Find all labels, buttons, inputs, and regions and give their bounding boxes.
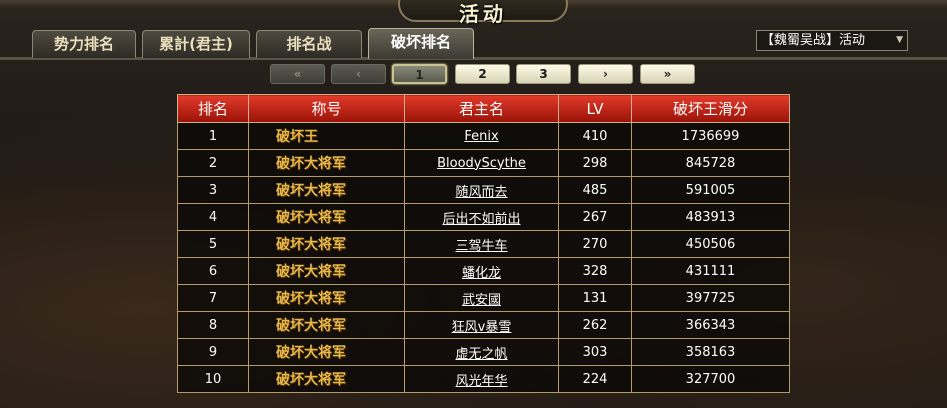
rank-cell: 10 [177,365,249,393]
lord-name-link[interactable]: Fenix [464,129,498,144]
rank-cell: 2 [177,149,249,177]
lord-name-link[interactable]: 狂风v暴雪 [452,320,512,335]
last-page-button[interactable]: » [640,64,695,84]
destruction-ranking-table: 排名 称号 君主名 LV 破坏王滑分 1 破坏王 Fenix 410 1736699 2 破… [177,94,790,393]
table-row: 8 破坏大将军 狂风v暴雪 262 366343 [177,311,790,339]
next-page-button[interactable]: › [578,64,633,84]
rank-cell: 3 [177,176,249,204]
level-cell: 224 [558,365,632,393]
table-row: 7 破坏大将军 武安國 131 397725 [177,284,790,312]
lord-name-cell: 虚无之帆 [404,338,559,366]
header-lord-name: 君主名 [404,94,559,123]
chevron-down-icon: ▼ [896,35,903,45]
table-body: 1 破坏王 Fenix 410 1736699 2 破坏大将军 BloodyScythe 298… [177,122,790,393]
score-cell: 591005 [631,176,790,204]
lord-name-link[interactable]: 风光年华 [455,374,507,389]
lord-name-cell: Fenix [404,122,559,150]
event-select[interactable]: 【魏蜀吴战】活动 ▼ [756,30,908,51]
lord-name-link[interactable]: 武安國 [462,293,501,308]
level-cell: 303 [558,338,632,366]
score-cell: 483913 [631,203,790,231]
lord-name-cell: 狂风v暴雪 [404,311,559,339]
level-cell: 270 [558,230,632,258]
rank-cell: 6 [177,257,249,285]
rank-cell: 7 [177,284,249,312]
lord-name-link[interactable]: 后出不如前出 [442,212,520,227]
page-1-button[interactable]: 1 [392,64,447,84]
score-cell: 327700 [631,365,790,393]
page-3-button[interactable]: 3 [516,64,571,84]
lord-name-link[interactable]: 随风而去 [455,185,507,200]
table-row: 3 破坏大将军 随风而去 485 591005 [177,176,790,204]
lord-name-link[interactable]: 虚无之帆 [455,347,507,362]
table-row: 4 破坏大将军 后出不如前出 267 483913 [177,203,790,231]
lord-name-cell: 风光年华 [404,365,559,393]
level-cell: 328 [558,257,632,285]
level-cell: 410 [558,122,632,150]
score-cell: 358163 [631,338,790,366]
lord-name-link[interactable]: 三驾牛车 [455,239,507,254]
table-row: 9 破坏大将军 虚无之帆 303 358163 [177,338,790,366]
title-cell: 破坏大将军 [248,365,405,393]
score-cell: 450506 [631,230,790,258]
lord-name-cell: 武安國 [404,284,559,312]
title-cell: 破坏大将军 [248,203,405,231]
lord-name-cell: 随风而去 [404,176,559,204]
score-cell: 431111 [631,257,790,285]
header-rank: 排名 [177,94,249,123]
title-cell: 破坏大将军 [248,149,405,177]
first-page-button[interactable]: « [270,64,325,84]
score-cell: 397725 [631,284,790,312]
event-select-value: 【魏蜀吴战】活动 [761,33,866,48]
rank-cell: 5 [177,230,249,258]
table-row: 5 破坏大将军 三驾牛车 270 450506 [177,230,790,258]
table-row: 10 破坏大将军 风光年华 224 327700 [177,365,790,393]
tab-cumulative-lord[interactable]: 累計(君主) [142,30,250,58]
table-row: 1 破坏王 Fenix 410 1736699 [177,122,790,150]
title-cell: 破坏大将军 [248,311,405,339]
prev-page-button[interactable]: ‹ [331,64,386,84]
rank-cell: 9 [177,338,249,366]
lord-name-link[interactable]: BloodyScythe [437,156,526,171]
table-row: 2 破坏大将军 BloodyScythe 298 845728 [177,149,790,177]
table-header-row: 排名 称号 君主名 LV 破坏王滑分 [177,94,790,123]
table-row: 6 破坏大将军 蟠化龙 328 431111 [177,257,790,285]
lord-name-cell: 蟠化龙 [404,257,559,285]
rank-cell: 1 [177,122,249,150]
header-title: 称号 [248,94,405,123]
level-cell: 131 [558,284,632,312]
header-level: LV [558,94,632,123]
score-cell: 845728 [631,149,790,177]
title-cell: 破坏大将军 [248,230,405,258]
score-cell: 366343 [631,311,790,339]
title-cell: 破坏大将军 [248,257,405,285]
score-cell: 1736699 [631,122,790,150]
tab-faction-ranking[interactable]: 势力排名 [32,30,136,58]
level-cell: 262 [558,311,632,339]
title-cell: 破坏王 [248,122,405,150]
rank-cell: 4 [177,203,249,231]
rank-cell: 8 [177,311,249,339]
lord-name-cell: 三驾牛车 [404,230,559,258]
lord-name-cell: BloodyScythe [404,149,559,177]
page-2-button[interactable]: 2 [455,64,510,84]
lord-name-link[interactable]: 蟠化龙 [462,266,501,281]
page-title: 活动 [459,2,507,26]
title-cell: 破坏大将军 [248,284,405,312]
level-cell: 485 [558,176,632,204]
lord-name-cell: 后出不如前出 [404,203,559,231]
title-cell: 破坏大将军 [248,176,405,204]
tab-ranking-battle[interactable]: 排名战 [256,30,362,58]
level-cell: 298 [558,149,632,177]
level-cell: 267 [558,203,632,231]
title-cell: 破坏大将军 [248,338,405,366]
tab-destruction-ranking[interactable]: 破坏排名 [368,28,474,59]
title-plaque: 活动 [398,0,568,26]
header-score: 破坏王滑分 [631,94,790,123]
